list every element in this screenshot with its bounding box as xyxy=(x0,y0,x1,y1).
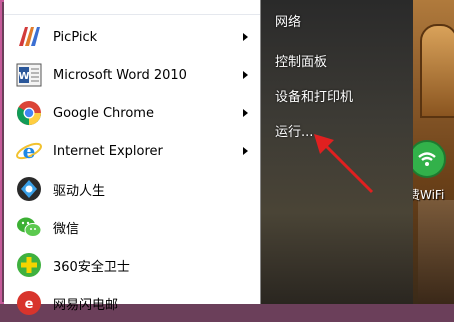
start-menu-programs: PicPick W Microsoft Word 2010 Google Chr… xyxy=(4,0,261,315)
program-item-ie[interactable]: e Internet Explorer xyxy=(4,132,260,170)
wifi-app-label: 费WiFi xyxy=(408,188,445,202)
wifi-app-icon[interactable] xyxy=(408,140,446,178)
word-icon: W xyxy=(14,60,44,90)
360-icon xyxy=(14,250,44,280)
chrome-icon xyxy=(14,98,44,128)
program-label: 网易闪电邮 xyxy=(53,297,119,313)
program-item-360[interactable]: 360安全卫士 xyxy=(4,246,260,284)
submenu-arrow-icon xyxy=(243,147,248,155)
program-label: 微信 xyxy=(53,221,80,237)
picpick-icon xyxy=(14,22,44,52)
program-label: 360安全卫士 xyxy=(53,259,130,275)
program-item-word[interactable]: W Microsoft Word 2010 xyxy=(4,56,260,94)
places-item-devices-printers[interactable]: 设备和打印机 xyxy=(275,86,353,105)
places-item-control-panel[interactable]: 控制面板 xyxy=(275,51,327,70)
wechat-icon xyxy=(14,212,44,242)
ie-icon: e xyxy=(14,136,44,166)
svg-text:W: W xyxy=(18,71,29,82)
program-item-picpick[interactable]: PicPick xyxy=(4,18,260,56)
program-item-wechat[interactable]: 微信 xyxy=(4,208,260,246)
annotation-arrow-icon xyxy=(314,134,374,194)
submenu-arrow-icon xyxy=(243,71,248,79)
svg-text:e: e xyxy=(23,139,36,163)
svg-text:e: e xyxy=(25,297,34,312)
wifi-icon xyxy=(418,152,436,166)
program-label: 驱动人生 xyxy=(53,183,106,199)
program-item-chrome[interactable]: Google Chrome xyxy=(4,94,260,132)
program-item-netease-mail[interactable]: e 网易闪电邮 xyxy=(4,284,260,322)
program-item-driver-life[interactable]: 驱动人生 xyxy=(4,170,260,208)
start-menu-top-edge xyxy=(4,0,260,15)
places-item-network[interactable]: 网络 xyxy=(275,11,301,30)
program-label: Internet Explorer xyxy=(53,143,163,159)
driver-life-icon xyxy=(14,174,44,204)
program-label: Microsoft Word 2010 xyxy=(53,67,187,83)
desktop-wallpaper-pillar xyxy=(418,200,454,304)
submenu-arrow-icon xyxy=(243,109,248,117)
netease-mail-icon: e xyxy=(14,288,44,318)
program-label: PicPick xyxy=(53,29,98,45)
program-label: Google Chrome xyxy=(53,105,154,121)
desktop-wallpaper-arch xyxy=(420,24,454,118)
submenu-arrow-icon xyxy=(243,33,248,41)
